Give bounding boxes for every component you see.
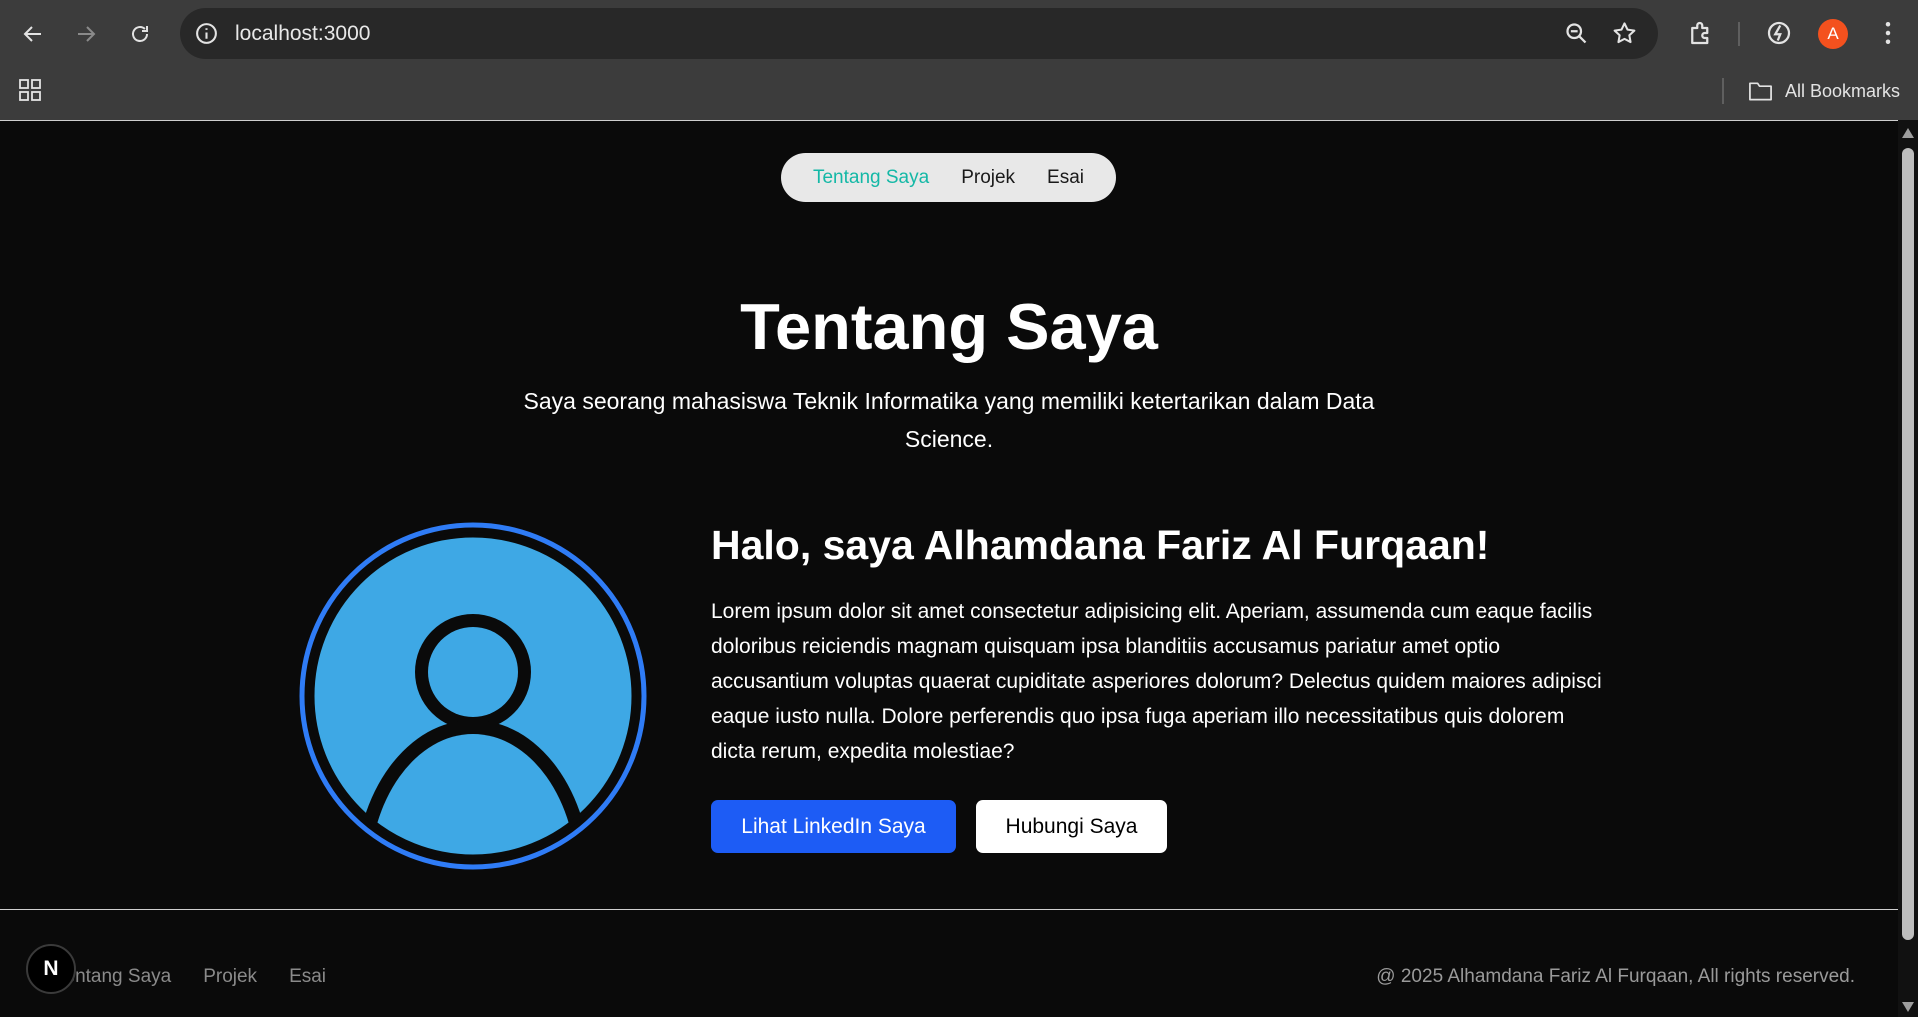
scroll-thumb[interactable] [1902,148,1914,940]
apps-icon[interactable] [18,78,42,102]
address-bar[interactable]: localhost:3000 [180,8,1658,59]
back-icon [23,26,41,42]
contact-button[interactable]: Hubungi Saya [976,800,1167,853]
performance-icon[interactable] [1764,18,1794,48]
reload-icon [132,26,148,42]
page-title: Tentang Saya [740,290,1158,363]
footer-divider [0,909,1898,910]
user-avatar-icon [299,522,647,870]
info-icon[interactable] [194,21,219,46]
star-icon[interactable] [1611,20,1638,47]
extensions-icon[interactable] [1686,18,1716,48]
bookmarks-bar: All Bookmarks [0,66,1918,120]
footer-link-esai[interactable]: Esai [289,966,326,988]
footer-nav: Tentang Saya Projek Esai [55,966,326,988]
scroll-down-arrow[interactable] [1902,1002,1914,1012]
menu-icon[interactable] [1873,18,1903,48]
all-bookmarks-label: All Bookmarks [1785,80,1901,101]
toolbar-divider [1738,22,1740,46]
main-nav: Tentang Saya Projek Esai [781,153,1116,202]
back-button[interactable] [14,15,52,53]
page-viewport: Tentang Saya Projek Esai Tentang Saya Sa… [0,120,1898,1017]
nav-item-esai[interactable]: Esai [1047,167,1084,189]
footer-copyright: @ 2025 Alhamdana Fariz Al Furqaan, All r… [1376,966,1855,987]
browser-chrome: localhost:3000 A All Bookmarks [0,0,1918,120]
forward-button[interactable] [67,15,105,53]
zoom-icon[interactable] [1563,20,1590,47]
page-scrollbar[interactable] [1898,120,1918,1017]
bookmarks-divider [1722,78,1724,104]
footer-link-projek[interactable]: Projek [203,966,257,988]
url-text[interactable]: localhost:3000 [235,8,370,59]
nav-item-projek[interactable]: Projek [961,167,1015,189]
all-bookmarks-button[interactable]: All Bookmarks [1748,76,1900,106]
scroll-up-arrow[interactable] [1902,128,1914,138]
page-subtitle: Saya seorang mahasiswa Teknik Informatik… [523,388,1375,452]
linkedin-button[interactable]: Lihat LinkedIn Saya [711,800,956,853]
profile-greeting: Halo, saya Alhamdana Fariz Al Furqaan! [711,522,1490,568]
nav-item-tentang-saya[interactable]: Tentang Saya [813,167,929,189]
browser-toolbar: localhost:3000 A [0,0,1918,66]
nextjs-dev-badge[interactable]: N [26,944,76,994]
profile-avatar[interactable]: A [1818,19,1848,49]
folder-icon [1749,82,1772,101]
reload-button[interactable] [121,15,159,53]
forward-icon [78,26,96,42]
profile-description: Lorem ipsum dolor sit amet consectetur a… [711,600,1602,763]
